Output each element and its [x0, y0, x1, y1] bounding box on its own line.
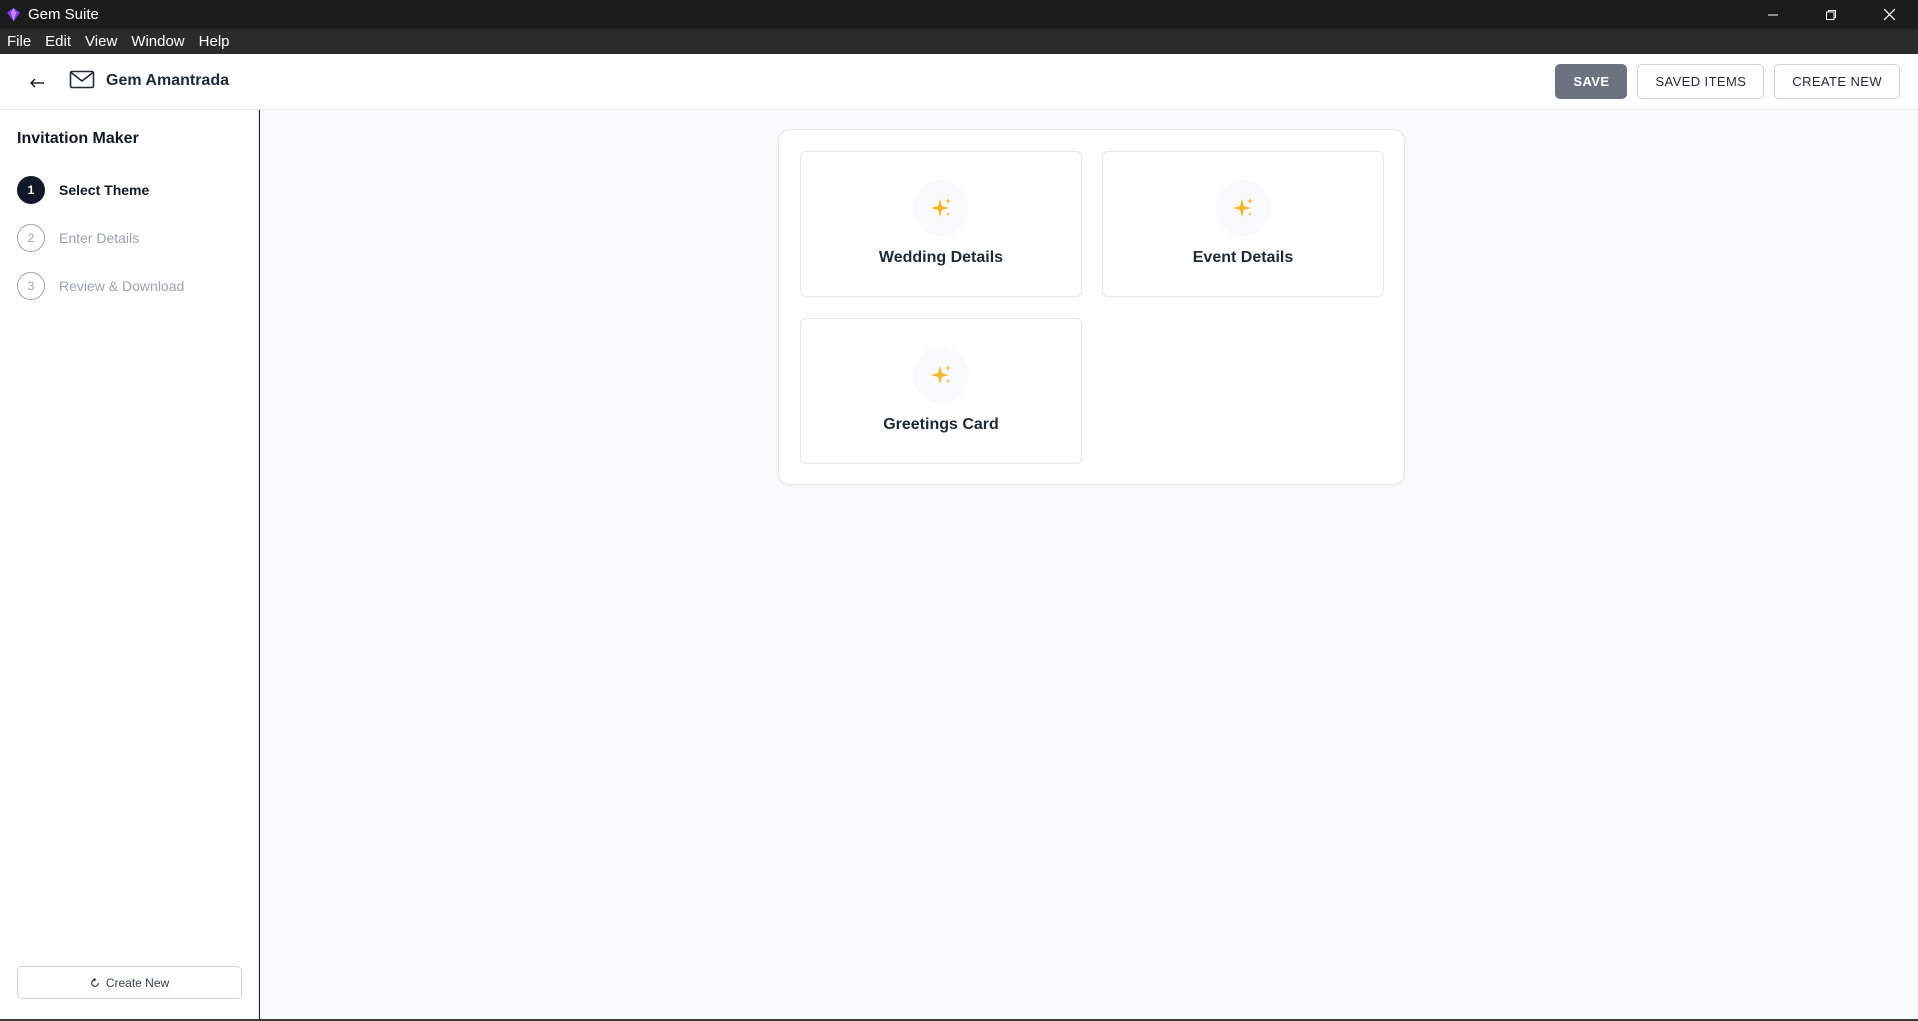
menu-help[interactable]: Help [192, 29, 237, 54]
step-label: Enter Details [59, 230, 140, 246]
step-list: 1 Select Theme 2 Enter Details 3 Review … [17, 176, 184, 320]
app-name: Gem Amantrada [106, 72, 229, 89]
step-label: Review & Download [59, 278, 185, 294]
step-number: 2 [17, 224, 45, 252]
minimize-icon [1768, 14, 1778, 15]
menu-bar: File Edit View Window Help [0, 29, 1918, 54]
create-new-button[interactable]: CREATE NEW [1774, 64, 1900, 99]
sidebar-create-new-button[interactable]: Create New [17, 966, 242, 999]
app-window: Gem Suite File Edit View Window Help Gem… [0, 0, 1918, 1021]
theme-card-greetings-card[interactable]: Greetings Card [800, 318, 1082, 464]
step-review-download[interactable]: 3 Review & Download [17, 272, 184, 300]
window-controls [1744, 0, 1918, 29]
theme-card-wedding-details[interactable]: Wedding Details [800, 151, 1082, 297]
sidebar-title: Invitation Maker [17, 130, 139, 147]
theme-card-title: Event Details [1192, 249, 1294, 266]
app-header: Gem Amantrada SAVE SAVED ITEMS CREATE NE… [0, 54, 1918, 110]
menu-edit[interactable]: Edit [38, 29, 78, 54]
minimize-button[interactable] [1744, 0, 1802, 29]
step-select-theme[interactable]: 1 Select Theme [17, 176, 184, 204]
back-button[interactable] [24, 70, 50, 96]
close-icon [1883, 8, 1895, 21]
header-actions: SAVE SAVED ITEMS CREATE NEW [1555, 64, 1900, 99]
step-label: Select Theme [59, 182, 150, 198]
sparkles-icon [913, 347, 969, 403]
close-button[interactable] [1860, 0, 1918, 29]
theme-card-event-details[interactable]: Event Details [1102, 151, 1384, 297]
title-bar: Gem Suite [0, 0, 1918, 29]
saved-items-button[interactable]: SAVED ITEMS [1637, 64, 1765, 99]
menu-view[interactable]: View [78, 29, 124, 54]
menu-window[interactable]: Window [124, 29, 191, 54]
sidebar-create-new-label: Create New [105, 975, 170, 990]
main-content: Wedding Details Event Details Greetings … [260, 110, 1918, 1021]
sparkles-icon [1215, 180, 1271, 236]
save-button[interactable]: SAVE [1555, 64, 1628, 99]
envelope-icon [69, 70, 95, 89]
theme-card-title: Wedding Details [878, 249, 1004, 266]
restore-button[interactable] [1802, 0, 1860, 29]
theme-panel: Wedding Details Event Details Greetings … [778, 129, 1405, 485]
step-number: 3 [17, 272, 45, 300]
gem-logo-icon [5, 6, 22, 23]
sidebar: Invitation Maker 1 Select Theme 2 Enter … [0, 110, 259, 1021]
sparkles-icon [913, 180, 969, 236]
menu-file[interactable]: File [0, 29, 38, 54]
window-title: Gem Suite [28, 6, 99, 23]
refresh-icon [90, 977, 99, 987]
theme-card-title: Greetings Card [883, 416, 999, 433]
restore-icon [1826, 9, 1836, 20]
arrow-left-icon [30, 78, 44, 88]
step-number: 1 [17, 176, 45, 204]
step-enter-details[interactable]: 2 Enter Details [17, 224, 184, 252]
